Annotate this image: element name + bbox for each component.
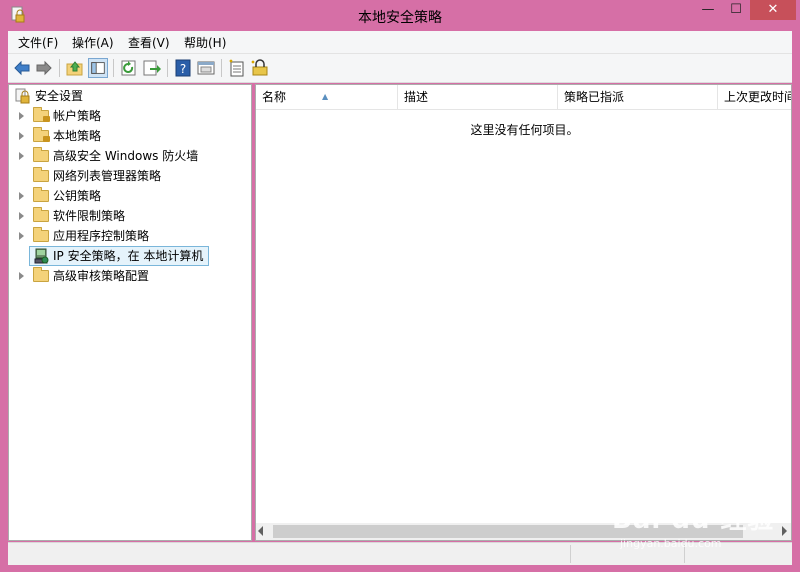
menu-file[interactable]: 文件(F)	[18, 34, 58, 51]
tree-item-ip-security[interactable]: IP 安全策略，在 本地计算机	[19, 246, 245, 266]
folder-icon	[33, 267, 49, 282]
expand-icon[interactable]	[19, 232, 24, 240]
tree-item-label: 帐户策略	[53, 109, 102, 123]
folder-lock-icon	[33, 127, 50, 142]
maximize-button[interactable]: ☐	[722, 0, 750, 20]
list-header: 名称 ▲ 描述 策略已指派 上次更改时间	[256, 85, 792, 110]
expand-icon[interactable]	[19, 192, 24, 200]
watermark: Bai du 经验 jingyan.baidu.com	[610, 485, 790, 555]
menu-help[interactable]: 帮助(H)	[184, 34, 226, 51]
toolbar-separator	[59, 59, 60, 77]
tree-root-label: 安全设置	[35, 89, 84, 103]
window-title: 本地安全策略	[358, 10, 442, 26]
properties-icon[interactable]	[196, 58, 216, 78]
expand-icon[interactable]	[19, 212, 24, 220]
tree-item-local-policies[interactable]: 本地策略	[19, 126, 245, 146]
column-header-label: 描述	[404, 90, 429, 104]
column-header-last-modified[interactable]: 上次更改时间	[718, 85, 792, 109]
column-header-label: 名称	[262, 90, 287, 104]
list-pane: 名称 ▲ 描述 策略已指派 上次更改时间 这里没有任何项目。	[255, 84, 792, 541]
folder-icon	[33, 167, 49, 182]
tree-item-advanced-audit[interactable]: 高级审核策略配置	[19, 266, 245, 286]
menu-action[interactable]: 操作(A)	[72, 34, 114, 51]
folder-icon	[33, 227, 49, 242]
sort-ascending-icon: ▲	[322, 92, 329, 101]
tree-item-label: 应用程序控制策略	[53, 229, 150, 243]
show-hide-tree-icon[interactable]	[88, 58, 108, 78]
column-header-label: 上次更改时间	[724, 90, 792, 104]
tree-item-label: 本地策略	[53, 129, 102, 143]
tree-root-security-settings[interactable]: 安全设置	[15, 86, 245, 106]
expand-icon[interactable]	[19, 112, 24, 120]
tree-item-label: 高级审核策略配置	[53, 269, 150, 283]
close-button[interactable]: ✕	[750, 0, 796, 20]
tree-pane: 安全设置 帐户策略 本地策略 高级安全 Windows 防火墙 网络列表管理器策…	[8, 84, 252, 541]
toolbar: ?	[8, 54, 792, 83]
policy-settings-icon[interactable]	[250, 58, 270, 78]
column-header-label: 策略已指派	[564, 90, 625, 104]
svg-text:?: ?	[180, 62, 186, 76]
watermark-logo: Bai du 经验	[612, 505, 775, 535]
expand-icon[interactable]	[19, 132, 24, 140]
expand-icon[interactable]	[19, 272, 24, 280]
status-divider	[570, 545, 571, 563]
column-header-policy-assigned[interactable]: 策略已指派	[558, 85, 718, 109]
security-settings-icon	[15, 88, 30, 104]
scroll-left-icon[interactable]	[258, 526, 263, 536]
title-bar: 本地安全策略 — ☐ ✕	[0, 0, 800, 31]
column-header-name[interactable]: 名称 ▲	[256, 85, 398, 109]
main-window: 本地安全策略 — ☐ ✕ 文件(F) 操作(A) 查看(V) 帮助(H) ? 安…	[0, 0, 800, 572]
empty-list-message: 这里没有任何项目。	[470, 123, 579, 137]
ip-security-icon	[34, 248, 49, 264]
folder-icon	[33, 207, 49, 222]
toolbar-separator	[221, 59, 222, 77]
export-list-icon[interactable]	[142, 58, 162, 78]
menu-view[interactable]: 查看(V)	[128, 34, 170, 51]
folder-lock-icon	[33, 107, 50, 122]
folder-icon	[33, 147, 49, 162]
tree-item-label: 网络列表管理器策略	[53, 169, 162, 183]
tree-item-network-list-manager[interactable]: 网络列表管理器策略	[19, 166, 245, 186]
tree-item-account-policies[interactable]: 帐户策略	[19, 106, 245, 126]
tree-item-application-control[interactable]: 应用程序控制策略	[19, 226, 245, 246]
tree-item-label: 公钥策略	[53, 189, 102, 203]
tree-item-label: 高级安全 Windows 防火墙	[53, 149, 199, 163]
refresh-icon[interactable]	[119, 58, 139, 78]
minimize-button[interactable]: —	[694, 0, 722, 20]
new-policy-icon[interactable]	[227, 58, 247, 78]
column-header-description[interactable]: 描述	[398, 85, 558, 109]
folder-icon	[33, 187, 49, 202]
tree-item-windows-firewall[interactable]: 高级安全 Windows 防火墙	[19, 146, 245, 166]
toolbar-separator	[113, 59, 114, 77]
help-icon[interactable]: ?	[173, 58, 193, 78]
expand-icon[interactable]	[19, 152, 24, 160]
tree-item-label: IP 安全策略，在 本地计算机	[53, 249, 204, 263]
toolbar-separator	[167, 59, 168, 77]
menu-bar: 文件(F) 操作(A) 查看(V) 帮助(H)	[8, 31, 792, 54]
back-arrow-icon[interactable]	[12, 58, 32, 78]
watermark-url: jingyan.baidu.com	[620, 537, 722, 550]
tree-item-label: 软件限制策略	[53, 209, 126, 223]
up-folder-icon[interactable]	[65, 58, 85, 78]
forward-arrow-icon[interactable]	[34, 58, 54, 78]
tree-item-public-key-policies[interactable]: 公钥策略	[19, 186, 245, 206]
tree-item-software-restriction[interactable]: 软件限制策略	[19, 206, 245, 226]
